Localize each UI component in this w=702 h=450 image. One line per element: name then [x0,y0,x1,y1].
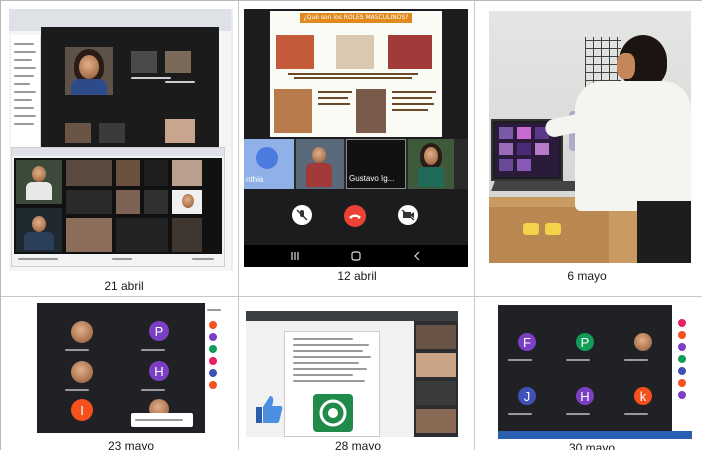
caption-12-abril: 12 abril [337,269,377,283]
photo-21-abril [9,9,233,271]
home-nav-icon[interactable] [351,251,361,261]
app-logo-icon [319,399,347,427]
end-call-icon [349,214,361,219]
meet-side-panel [672,305,692,431]
shared-document [246,321,414,437]
caption-30-mayo: 30 mayo [569,441,615,450]
shared-slide: ¿Qué son los ROLES MASCULINOS? [270,11,442,137]
meeting-window-bottom [11,147,225,267]
participant-photo [71,361,93,383]
camera-off-button[interactable] [398,205,418,225]
caption-21-abril: 21 abril [104,279,144,293]
grid-divider [238,1,239,450]
avatar: H [149,361,169,381]
participant-photo [71,321,93,343]
mic-off-button[interactable] [292,205,312,225]
avatar: J [518,387,536,405]
participant-photo [634,333,652,351]
photo-23-mayo: P H I [37,303,225,433]
end-call-button[interactable] [344,205,366,227]
back-nav-icon[interactable] [412,251,422,261]
avatar: P [149,321,169,341]
meet-side-panel [205,303,225,433]
participant-tile: nthia [244,139,294,189]
caption-6-mayo: 6 mayo [567,269,607,283]
photo-12-abril: ¿Qué son los ROLES MASCULINOS? nthia Gus… [244,9,468,267]
avatar: I [71,399,93,421]
taskbar [498,431,692,439]
android-nav-bar [244,245,468,267]
meeting-window-top [41,27,219,151]
caption-23-mayo: 23 mayo [107,439,155,450]
participant-video [65,47,113,95]
notification-toast [131,413,193,427]
photo-30-mayo: F P J H k [498,305,692,439]
participant-strip: nthia Gustavo Ig... [244,139,468,189]
avatar: k [634,387,652,405]
participant-name: Gustavo Ig... [349,174,395,183]
participant-video [131,51,157,73]
participant-tile [408,139,454,189]
participant-tile [296,139,344,189]
participant-video [165,51,191,73]
grid-divider [1,296,702,297]
photo-6-mayo [489,11,691,263]
participant-name: nthia [246,175,264,184]
photo-28-mayo [246,311,458,437]
slide-title: ¿Qué son los ROLES MASCULINOS? [300,13,412,23]
caption-28-mayo: 28 mayo [335,439,381,450]
participant-tile: Gustavo Ig... [346,139,406,189]
grid-divider [474,1,475,450]
avatar: F [518,333,536,351]
mic-off-icon [296,209,308,221]
photo-collage-grid: 21 abril ¿Qué son los ROLES MASCULINOS? [0,0,702,450]
avatar [256,147,278,169]
meeting-grid [14,158,222,254]
avatar: H [576,387,594,405]
recents-nav-icon[interactable] [290,251,300,261]
avatar: P [576,333,594,351]
thumbs-up-icon [256,396,283,423]
camera-off-icon [401,209,415,221]
